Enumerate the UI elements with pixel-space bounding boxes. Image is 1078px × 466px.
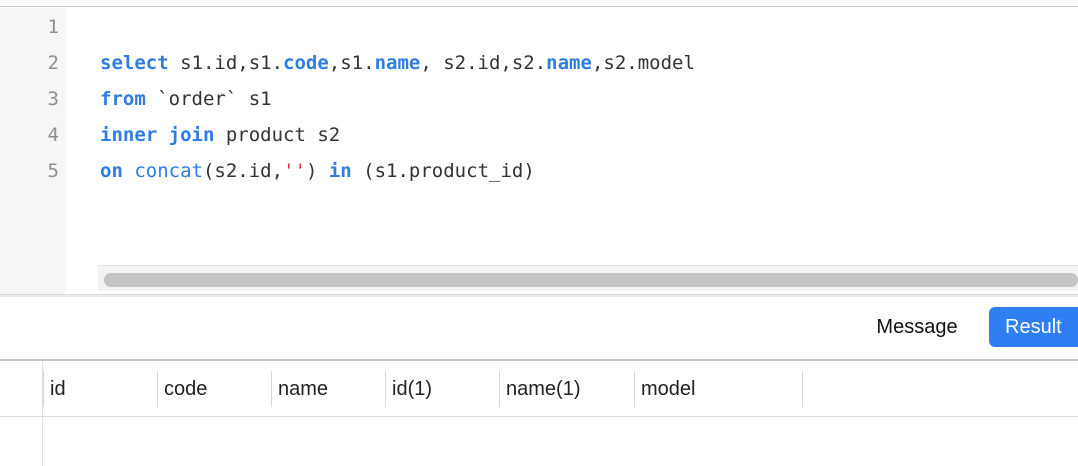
column-header-code[interactable]: code bbox=[157, 371, 271, 407]
column-header-id[interactable]: id bbox=[43, 371, 157, 407]
code-token: (s1.product_id) bbox=[351, 160, 535, 182]
code-token: code bbox=[283, 52, 329, 74]
code-line-3[interactable]: from `order` s1 bbox=[100, 89, 272, 109]
column-header-name[interactable]: name bbox=[271, 371, 385, 407]
code-token: ) bbox=[305, 160, 329, 182]
tab-message[interactable]: Message bbox=[857, 308, 977, 346]
line-number: 1 bbox=[47, 16, 59, 38]
line-number: 3 bbox=[47, 88, 59, 110]
code-token: concat bbox=[134, 160, 203, 182]
code-token: select bbox=[100, 52, 169, 74]
tab-result[interactable]: Result bbox=[989, 307, 1078, 347]
code-token: '' bbox=[283, 160, 306, 182]
code-token: `order` s1 bbox=[145, 88, 272, 110]
result-tabbar: Message Result bbox=[0, 297, 1078, 361]
column-header-name-1[interactable]: name(1) bbox=[499, 371, 634, 407]
code-token: s1.id,s1. bbox=[168, 52, 284, 74]
line-number: 5 bbox=[47, 160, 59, 182]
code-token: product s2 bbox=[214, 124, 341, 146]
code-token: inner bbox=[100, 124, 158, 146]
code-token: from bbox=[100, 88, 146, 110]
code-token: ,s2.model bbox=[591, 52, 695, 74]
result-grid: id code name id(1) name(1) model bbox=[0, 361, 1078, 466]
top-divider bbox=[0, 0, 1078, 7]
row-number-column bbox=[0, 361, 43, 466]
line-number: 2 bbox=[47, 52, 59, 74]
code-token: name bbox=[546, 52, 592, 74]
code-line-5[interactable]: on concat(s2.id,'') in (s1.product_id) bbox=[100, 161, 535, 181]
code-line-2[interactable]: select s1.id,s1.code,s1.name, s2.id,s2.n… bbox=[100, 53, 695, 73]
horizontal-scrollbar-thumb[interactable] bbox=[104, 273, 1078, 287]
code-line-4[interactable]: inner join product s2 bbox=[100, 125, 340, 145]
code-token: ,s1. bbox=[328, 52, 375, 74]
line-number: 4 bbox=[47, 124, 59, 146]
code-token: (s2.id, bbox=[202, 160, 284, 182]
code-token: , s2.id,s2. bbox=[420, 52, 547, 74]
horizontal-scrollbar[interactable] bbox=[98, 265, 1078, 291]
column-header-id-1[interactable]: id(1) bbox=[385, 371, 499, 407]
code-token: on bbox=[100, 160, 123, 182]
code-token: in bbox=[328, 160, 352, 182]
sql-editor[interactable]: 1 2 3 4 5 select s1.id,s1.code,s1.name, … bbox=[0, 8, 1078, 294]
line-number-gutter: 1 2 3 4 5 bbox=[0, 8, 66, 294]
column-header-model[interactable]: model bbox=[634, 371, 803, 407]
code-token: name bbox=[374, 52, 421, 74]
code-token: join bbox=[168, 124, 215, 146]
grid-header: id code name id(1) name(1) model bbox=[0, 361, 1078, 417]
